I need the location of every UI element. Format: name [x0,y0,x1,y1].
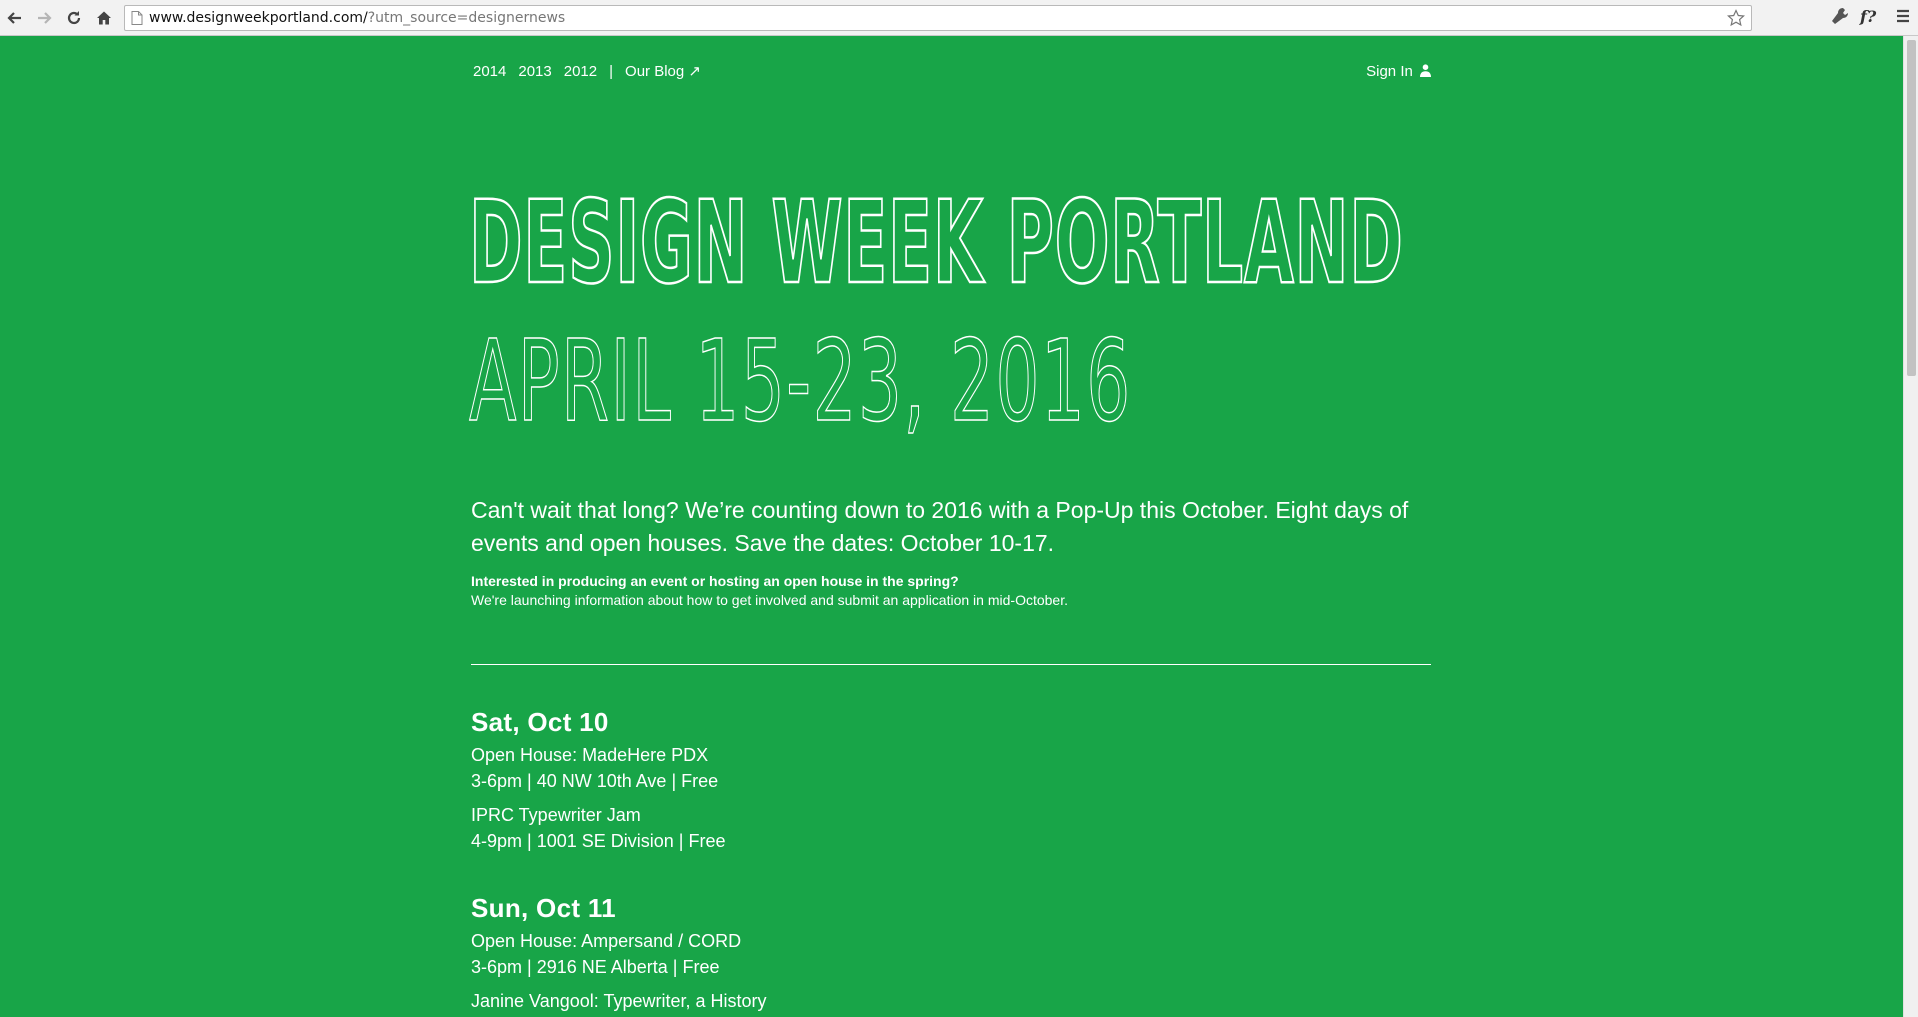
sign-in-link[interactable]: Sign In [1366,63,1431,80]
event-title-text: Janine Vangool: Typewriter, a History [471,991,767,1011]
top-navigation: 2014 2013 2012 | Our Blog ↗ Sign In [471,62,1431,82]
url-text: www.designweekportland.com/?utm_source=d… [149,10,566,26]
day-heading: Sun, Oct 11 [471,893,616,923]
year-link-2014[interactable]: 2014 [473,63,506,80]
year-link-2013[interactable]: 2013 [518,63,551,80]
page-icon [131,11,143,30]
browser-toolbar: www.designweekportland.com/?utm_source=d… [0,0,1918,36]
event-dates: APRIL 15-23, 2016 [469,317,1132,447]
user-icon [1420,64,1431,77]
bookmark-star-icon[interactable] [1726,9,1746,32]
intro-lead: Can't wait that long? We’re counting dow… [471,497,1409,556]
schedule-day: Sun, Oct 11 Open House: Ampersand / CORD… [471,892,1431,1014]
reload-icon[interactable] [62,6,86,30]
vertical-scrollbar[interactable] [1903,36,1918,1017]
event-title: DESIGN WEEK PORTLAND [468,176,1404,309]
event-info-text: 3-6pm | 40 NW 10th Ave | Free [471,771,719,791]
event-info-text: 4-9pm | 1001 SE Division | Free [471,831,726,851]
forward-arrow-icon[interactable] [32,6,56,30]
divider [471,664,1431,665]
sign-in-label: Sign In [1366,63,1413,80]
intro-question: Interested in producing an event or host… [471,573,959,589]
event-item: Open House: Ampersand / CORD 3-6pm | 291… [471,928,1431,980]
scrollbar-thumb[interactable] [1907,40,1916,376]
schedule-day: Sat, Oct 10 Open House: MadeHere PDX 3-6… [471,706,1431,854]
event-info-text: 3-6pm | 2916 NE Alberta | Free [471,957,720,977]
back-arrow-icon[interactable] [3,6,27,30]
nav-separator: | [609,63,614,80]
event-item: Open House: MadeHere PDX 3-6pm | 40 NW 1… [471,742,1431,794]
extension-tool-icon[interactable] [1829,6,1849,33]
archive-links: 2014 2013 2012 | Our Blog ↗ [473,62,713,80]
our-blog-link[interactable]: Our Blog ↗ [625,63,701,80]
year-link-2012[interactable]: 2012 [564,63,597,80]
extension-font-icon[interactable]: f? [1860,7,1876,26]
menu-icon[interactable] [1896,9,1910,28]
home-icon[interactable] [92,6,116,30]
address-bar[interactable]: www.designweekportland.com/?utm_source=d… [124,5,1752,31]
event-title-text: Open House: Ampersand / CORD [471,931,742,951]
event-title-text: IPRC Typewriter Jam [471,805,641,825]
event-item: IPRC Typewriter Jam 4-9pm | 1001 SE Divi… [471,802,1431,854]
event-title-text: Open House: MadeHere PDX [471,745,709,765]
event-item: Janine Vangool: Typewriter, a History [471,988,1431,1014]
day-heading: Sat, Oct 10 [471,707,609,737]
intro-info: We're launching information about how to… [471,592,1068,608]
